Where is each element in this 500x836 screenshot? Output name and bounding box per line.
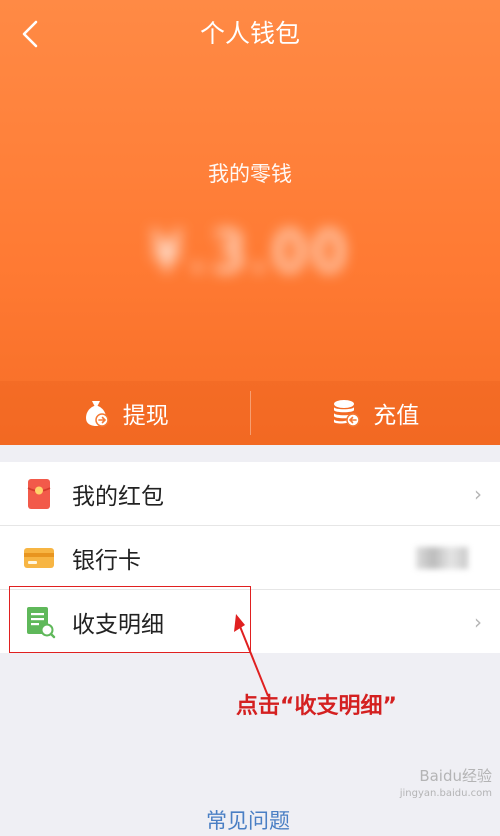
chevron-right-icon: ›: [474, 610, 482, 634]
menu-item-bank-card[interactable]: 银行卡: [0, 526, 500, 590]
faq-link[interactable]: 常见问题: [206, 806, 290, 836]
balance-label: 我的零钱: [0, 156, 500, 192]
action-bar: 提现 充值: [0, 381, 500, 445]
recharge-button[interactable]: 充值: [251, 381, 500, 445]
watermark-sub: jingyan.baidu.com: [400, 785, 492, 802]
watermark: Baidu经验 jingyan.baidu.com: [400, 768, 492, 802]
balance-amount: ¥.3.00: [0, 218, 500, 288]
annotation-arrow-icon: [228, 612, 278, 702]
menu-item-red-envelope[interactable]: 我的红包 ›: [0, 462, 500, 526]
menu-item-label: 银行卡: [72, 541, 141, 575]
wallet-header: 个人钱包 我的零钱 ¥.3.00 提现 充值: [0, 0, 500, 445]
withdraw-button[interactable]: 提现: [0, 381, 250, 445]
annotation-highlight-box: [9, 586, 251, 653]
red-envelope-icon: [22, 477, 56, 511]
chevron-right-icon: ›: [474, 482, 482, 506]
bank-card-icon: [22, 541, 56, 575]
withdraw-label: 提现: [123, 396, 169, 430]
coin-stack-icon: [331, 398, 361, 428]
annotation-text: 点击“收支明细”: [236, 692, 397, 722]
money-bag-icon: [81, 398, 111, 428]
recharge-label: 充值: [373, 396, 419, 430]
masked-card-info: [416, 547, 468, 569]
watermark-text: Baidu经验: [400, 768, 492, 785]
page-title: 个人钱包: [0, 14, 500, 54]
menu-item-label: 我的红包: [72, 477, 164, 511]
